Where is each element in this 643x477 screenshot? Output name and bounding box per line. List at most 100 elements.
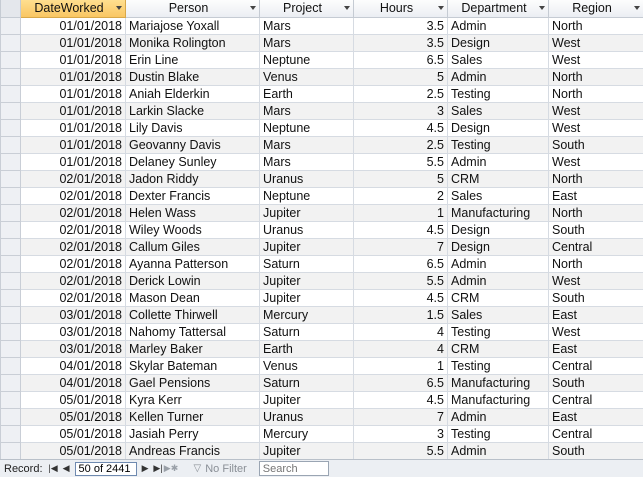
department-cell[interactable]: CRM — [447, 169, 549, 188]
department-cell[interactable]: Design — [447, 118, 549, 137]
person-cell[interactable]: Lily Davis — [125, 118, 260, 137]
first-record-icon[interactable]: |◀ — [47, 462, 60, 476]
project-cell[interactable]: Mars — [259, 16, 354, 35]
row-selector[interactable] — [0, 339, 21, 358]
project-cell[interactable]: Mars — [259, 101, 354, 120]
table-row[interactable]: 01/01/2018 Erin Line Neptune 6.5 Sales West — [0, 50, 643, 69]
person-cell[interactable]: Skylar Bateman — [125, 356, 260, 375]
region-cell[interactable]: West — [548, 101, 643, 120]
department-cell[interactable]: Testing — [447, 135, 549, 154]
region-cell[interactable]: East — [548, 339, 643, 358]
row-selector[interactable] — [0, 67, 21, 86]
project-cell[interactable]: Uranus — [259, 407, 354, 426]
region-cell[interactable]: West — [548, 271, 643, 290]
person-cell[interactable]: Helen Wass — [125, 203, 260, 222]
department-cell[interactable]: Design — [447, 33, 549, 52]
hours-cell[interactable]: 2 — [353, 186, 448, 205]
person-cell[interactable]: Geovanny Davis — [125, 135, 260, 154]
row-selector[interactable] — [0, 424, 21, 443]
region-cell[interactable]: North — [548, 67, 643, 86]
region-cell[interactable]: East — [548, 407, 643, 426]
hours-cell[interactable]: 6.5 — [353, 50, 448, 69]
hours-cell[interactable]: 4.5 — [353, 118, 448, 137]
date-cell[interactable]: 02/01/2018 — [20, 186, 126, 205]
project-cell[interactable]: Jupiter — [259, 441, 354, 459]
dropdown-arrow-icon[interactable] — [539, 6, 545, 10]
person-cell[interactable]: Jadon Riddy — [125, 169, 260, 188]
project-cell[interactable]: Jupiter — [259, 288, 354, 307]
person-cell[interactable]: Delaney Sunley — [125, 152, 260, 171]
person-cell[interactable]: Aniah Elderkin — [125, 84, 260, 103]
date-cell[interactable]: 02/01/2018 — [20, 288, 126, 307]
row-selector[interactable] — [0, 50, 21, 69]
table-row[interactable]: 01/01/2018 Monika Rolington Mars 3.5 Design W… — [0, 33, 643, 52]
project-cell[interactable]: Neptune — [259, 50, 354, 69]
date-cell[interactable]: 04/01/2018 — [20, 373, 126, 392]
project-cell[interactable]: Uranus — [259, 220, 354, 239]
department-cell[interactable]: Admin — [447, 407, 549, 426]
row-selector[interactable] — [0, 288, 21, 307]
table-row[interactable]: 01/01/2018 Dustin Blake Venus 5 Admin North — [0, 67, 643, 86]
department-cell[interactable]: Admin — [447, 271, 549, 290]
column-header-dateworked[interactable]: DateWorked — [20, 0, 126, 18]
project-cell[interactable]: Jupiter — [259, 390, 354, 409]
person-cell[interactable]: Erin Line — [125, 50, 260, 69]
last-record-icon[interactable]: ▶| — [152, 462, 165, 476]
hours-cell[interactable]: 1.5 — [353, 305, 448, 324]
date-cell[interactable]: 02/01/2018 — [20, 220, 126, 239]
date-cell[interactable]: 01/01/2018 — [20, 135, 126, 154]
date-cell[interactable]: 01/01/2018 — [20, 50, 126, 69]
row-selector[interactable] — [0, 305, 21, 324]
region-cell[interactable]: West — [548, 118, 643, 137]
project-cell[interactable]: Neptune — [259, 186, 354, 205]
region-cell[interactable]: Central — [548, 356, 643, 375]
datasheet-grid[interactable]: DateWorked Person Project Hours Departme… — [0, 0, 643, 459]
table-row[interactable]: 01/01/2018 Mariajose Yoxall Mars 3.5 Admin No… — [0, 16, 643, 35]
department-cell[interactable]: Testing — [447, 356, 549, 375]
project-cell[interactable]: Jupiter — [259, 237, 354, 256]
person-cell[interactable]: Derick Lowin — [125, 271, 260, 290]
hours-cell[interactable]: 5 — [353, 169, 448, 188]
date-cell[interactable]: 02/01/2018 — [20, 203, 126, 222]
row-selector[interactable] — [0, 203, 21, 222]
department-cell[interactable]: Sales — [447, 186, 549, 205]
row-selector[interactable] — [0, 186, 21, 205]
department-cell[interactable]: Admin — [447, 67, 549, 86]
person-cell[interactable]: Kyra Kerr — [125, 390, 260, 409]
person-cell[interactable]: Mariajose Yoxall — [125, 16, 260, 35]
table-row[interactable]: 05/01/2018 Andreas Francis Jupiter 5.5 Admin… — [0, 441, 643, 459]
date-cell[interactable]: 05/01/2018 — [20, 390, 126, 409]
person-cell[interactable]: Larkin Slacke — [125, 101, 260, 120]
row-selector[interactable] — [0, 407, 21, 426]
hours-cell[interactable]: 1 — [353, 356, 448, 375]
date-cell[interactable]: 01/01/2018 — [20, 152, 126, 171]
table-row[interactable]: 03/01/2018 Nahomy Tattersal Saturn 4 Testing… — [0, 322, 643, 341]
row-selector[interactable] — [0, 390, 21, 409]
row-selector[interactable] — [0, 101, 21, 120]
hours-cell[interactable]: 4 — [353, 322, 448, 341]
hours-cell[interactable]: 3.5 — [353, 16, 448, 35]
table-row[interactable]: 02/01/2018 Dexter Francis Neptune 2 Sales Eas… — [0, 186, 643, 205]
region-cell[interactable]: East — [548, 305, 643, 324]
person-cell[interactable]: Marley Baker — [125, 339, 260, 358]
table-row[interactable]: 05/01/2018 Kellen Turner Uranus 7 Admin East — [0, 407, 643, 426]
date-cell[interactable]: 03/01/2018 — [20, 339, 126, 358]
region-cell[interactable]: South — [548, 135, 643, 154]
department-cell[interactable]: Manufacturing — [447, 203, 549, 222]
project-cell[interactable]: Saturn — [259, 322, 354, 341]
dropdown-arrow-icon[interactable] — [634, 6, 640, 10]
department-cell[interactable]: Sales — [447, 101, 549, 120]
department-cell[interactable]: Design — [447, 220, 549, 239]
next-record-icon[interactable]: ▶ — [139, 462, 152, 476]
person-cell[interactable]: Callum Giles — [125, 237, 260, 256]
project-cell[interactable]: Mars — [259, 152, 354, 171]
region-cell[interactable]: East — [548, 186, 643, 205]
table-row[interactable]: 02/01/2018 Jadon Riddy Uranus 5 CRM North — [0, 169, 643, 188]
dropdown-arrow-icon[interactable] — [438, 6, 444, 10]
dropdown-arrow-icon[interactable] — [116, 6, 122, 10]
date-cell[interactable]: 01/01/2018 — [20, 118, 126, 137]
table-row[interactable]: 04/01/2018 Skylar Bateman Venus 1 Testing Cen… — [0, 356, 643, 375]
filter-indicator[interactable]: ▽ No Filter — [194, 463, 247, 475]
hours-cell[interactable]: 5.5 — [353, 271, 448, 290]
hours-cell[interactable]: 6.5 — [353, 373, 448, 392]
